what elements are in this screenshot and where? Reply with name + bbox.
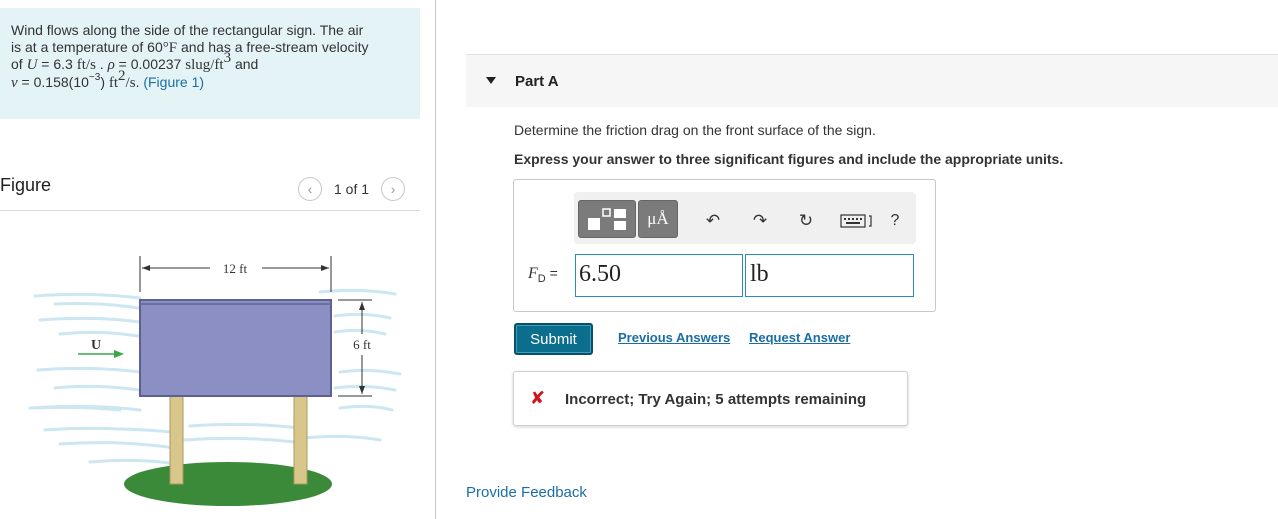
keyboard-icon[interactable] xyxy=(839,212,875,234)
caret-down-icon[interactable] xyxy=(486,77,496,84)
problem-statement: Wind flows along the side of the rectang… xyxy=(0,8,420,119)
value-input[interactable]: 6.50 xyxy=(575,254,743,297)
velocity-label: U xyxy=(91,338,101,353)
part-a-header[interactable]: Part A xyxy=(466,54,1278,107)
reset-icon[interactable]: ↻ xyxy=(795,210,817,232)
undo-icon[interactable]: ↶ xyxy=(702,210,724,232)
sign-figure: 12 ft 6 ft U xyxy=(28,256,402,506)
problem-line-4: ν = 0.158(10−3) ft2/s. (Figure 1) xyxy=(11,67,205,91)
sign-board xyxy=(139,299,332,397)
problem-line-3: of U = 6.3 ft/s . ρ = 0.00237 slug/ft3 a… xyxy=(11,50,259,73)
figure-count: 1 of 1 xyxy=(334,181,370,197)
height-label: 6 ft xyxy=(353,337,371,352)
feedback-box: ✘ Incorrect; Try Again; 5 attempts remai… xyxy=(513,371,908,426)
chevron-left-icon[interactable]: ‹ xyxy=(298,177,322,201)
answer-label: FD = xyxy=(528,265,558,285)
help-button[interactable]: ? xyxy=(884,210,906,232)
figure-link[interactable]: (Figure 1) xyxy=(143,74,204,90)
provide-feedback-link[interactable]: Provide Feedback xyxy=(466,484,587,501)
question-text: Determine the friction drag on the front… xyxy=(514,122,876,138)
template-icon[interactable] xyxy=(578,200,636,238)
units-button[interactable]: μÅ xyxy=(638,200,678,238)
figure-navigation: ‹ 1 of 1 › xyxy=(298,177,406,201)
chevron-right-icon[interactable]: › xyxy=(381,177,406,201)
unit-input[interactable]: lb xyxy=(745,254,914,297)
instruction-text: Express your answer to three significant… xyxy=(514,151,1064,167)
problem-line-2: is at a temperature of 60°F and has a fr… xyxy=(11,38,369,56)
left-panel: Wind flows along the side of the rectang… xyxy=(0,0,436,519)
math-toolbar: μÅ ↶ ↷ ↻ ? xyxy=(574,192,916,244)
request-answer-link[interactable]: Request Answer xyxy=(749,330,850,345)
figure-title: Figure xyxy=(0,175,52,195)
part-title: Part A xyxy=(515,73,559,90)
left-post xyxy=(169,393,184,485)
figure-divider xyxy=(0,210,420,211)
redo-icon[interactable]: ↷ xyxy=(749,210,771,232)
problem-line-1: Wind flows along the side of the rectang… xyxy=(11,22,364,38)
previous-answers-link[interactable]: Previous Answers xyxy=(618,330,730,345)
right-post xyxy=(293,393,308,485)
answer-box: μÅ ↶ ↷ ↻ ? FD = 6.50 lb xyxy=(513,179,936,312)
feedback-text: Incorrect; Try Again; 5 attempts remaini… xyxy=(565,391,867,408)
width-label: 12 ft xyxy=(223,261,248,276)
submit-button[interactable]: Submit xyxy=(514,323,593,355)
x-icon: ✘ xyxy=(530,388,546,408)
